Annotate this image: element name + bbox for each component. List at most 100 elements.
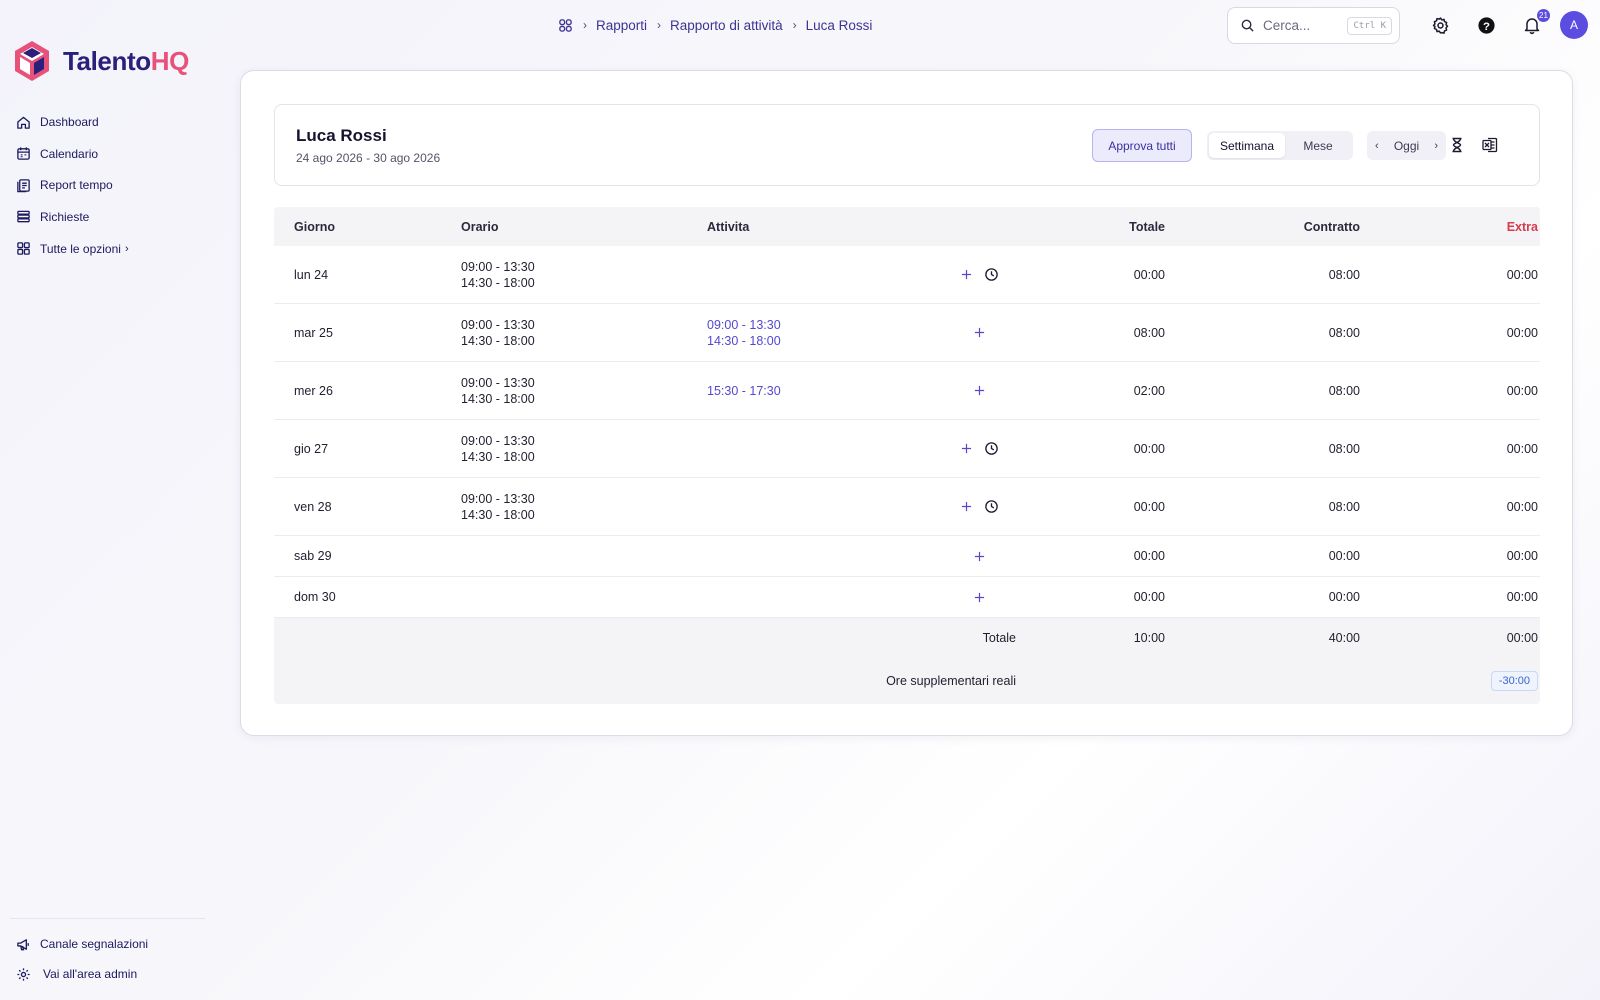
extra-cell: 00:00 [1506,325,1538,340]
breadcrumb: › Rapporti › Rapporto di attività › Luca… [558,16,872,34]
sidebar-item-report-tempo[interactable]: Report tempo [16,175,129,195]
schedule-slot: 09:00 - 13:30 [461,491,535,506]
logo-cube-icon [15,41,49,81]
chevron-right-icon[interactable]: › [1434,140,1438,152]
sidebar-item-label: Report tempo [40,178,113,192]
megaphone-icon [16,937,31,952]
day-cell: mer 26 [294,383,333,398]
logo[interactable]: TalentoHQ [12,39,189,83]
add-activity-button[interactable] [972,549,987,564]
day-cell: ven 28 [294,499,332,514]
add-activity-button[interactable] [959,267,974,282]
hourglass-button[interactable] [1448,136,1466,154]
avatar[interactable]: A [1560,11,1588,39]
day-cell: mar 25 [294,325,333,340]
today-button[interactable]: Oggi [1394,139,1419,153]
gear-icon [1432,16,1448,34]
day-cell: dom 30 [294,590,336,604]
chevron-right-icon: › [583,18,587,32]
search-shortcut: Ctrl K [1347,16,1392,35]
extra-cell: 00:00 [1506,499,1538,514]
add-activity-button[interactable] [972,325,987,340]
table-row: gio 27 09:00 - 13:30 14:30 - 18:00 00:00… [274,420,1540,478]
plus-icon [961,269,972,280]
main-card: Luca Rossi 24 ago 2026 - 30 ago 2026 App… [240,70,1573,736]
add-activity-button[interactable] [972,590,987,605]
sidebar-item-richieste[interactable]: Richieste [16,207,129,227]
clock-icon [985,442,998,455]
breadcrumb-item-rapporto-attivita[interactable]: Rapporto di attività [670,18,783,33]
schedule-cell: 09:00 - 13:30 14:30 - 18:00 [461,433,707,465]
help-button[interactable]: ? [1474,13,1498,37]
svg-text:?: ? [1483,20,1490,32]
column-header-contract: Contratto [1303,219,1360,234]
breadcrumb-item-current[interactable]: Luca Rossi [806,18,873,33]
home-icon [16,115,31,130]
schedule-slot: 09:00 - 13:30 [461,317,535,332]
employee-name: Luca Rossi [296,126,387,145]
overtime-label: Ore supplementari reali [886,674,1016,688]
date-range: 24 ago 2026 - 30 ago 2026 [296,151,441,165]
breadcrumb-item-rapporti[interactable]: Rapporti [596,18,647,33]
excel-icon [1482,137,1498,153]
total-cell: 08:00 [1133,325,1165,340]
table-row: mer 26 09:00 - 13:30 14:30 - 18:00 15:30… [274,362,1540,420]
approve-all-button[interactable]: Approva tutti [1092,129,1192,162]
add-activity-button[interactable] [959,441,974,456]
plus-icon [974,385,984,396]
grid-icon[interactable] [558,18,573,33]
export-excel-button[interactable] [1481,136,1499,154]
actions-cell [942,267,1016,282]
contract-cell: 08:00 [1328,325,1360,340]
view-week-tab[interactable]: Settimana [1209,133,1285,158]
add-activity-button[interactable] [959,499,974,514]
actions-cell [942,325,1016,340]
sidebar: TalentoHQ Dashboard Calendario Report te… [0,0,215,1000]
sidebar-item-admin[interactable]: Vai all'area admin [16,964,148,984]
activity-entry[interactable]: 15:30 - 17:30 [707,383,942,399]
sidebar-item-all-options[interactable]: Tutte le opzioni › [16,239,129,259]
schedule-cell: 09:00 - 13:30 14:30 - 18:00 [461,317,707,349]
clock-icon [985,268,998,281]
clock-button[interactable] [984,499,999,514]
search-placeholder: Cerca... [1263,18,1311,33]
add-activity-button[interactable] [972,383,987,398]
chevron-right-icon: › [124,242,129,255]
contract-cell: 08:00 [1328,267,1360,282]
search-icon [1241,19,1254,32]
totals-total: 10:00 [1133,631,1165,645]
sidebar-divider [10,918,205,919]
settings-button[interactable] [1428,13,1452,37]
view-month-tab[interactable]: Mese [1285,133,1351,158]
schedule-slot: 14:30 - 18:00 [461,449,535,464]
activity-entry[interactable]: 09:00 - 13:30 [707,317,942,333]
schedule-cell: 09:00 - 13:30 14:30 - 18:00 [461,375,707,407]
overtime-row: Ore supplementari reali -30:00 [274,658,1540,704]
sidebar-item-calendario[interactable]: Calendario [16,144,129,164]
chevron-left-icon[interactable]: ‹ [1375,140,1379,152]
logo-text: TalentoHQ [63,46,189,77]
plus-icon [961,443,972,454]
date-navigator: ‹ Oggi › [1367,131,1446,160]
overtime-cell: -30:00 [1360,671,1538,691]
sidebar-item-label: Canale segnalazioni [40,937,149,951]
logo-text-part1: Talento [63,45,151,76]
overtime-badge: -30:00 [1490,671,1538,691]
sidebar-item-canale-segnalazioni[interactable]: Canale segnalazioni [16,934,148,954]
search-input[interactable]: Cerca... Ctrl K [1227,7,1400,44]
sidebar-item-label: Tutte le opzioni [40,241,121,256]
column-header-total: Totale [1129,219,1165,234]
schedule-slot: 14:30 - 18:00 [461,507,535,522]
grid-icon [16,241,31,256]
sidebar-item-dashboard[interactable]: Dashboard [16,112,129,132]
clock-button[interactable] [984,441,999,456]
total-cell: 00:00 [1133,590,1165,604]
contract-cell: 00:00 [1328,549,1360,563]
totals-row: Totale 10:00 40:00 00:00 [274,618,1540,658]
table-row: sab 29 00:00 00:00 00:00 [274,536,1540,577]
clock-button[interactable] [984,267,999,282]
activity-entry[interactable]: 14:30 - 18:00 [707,333,942,349]
notifications-button[interactable]: 21 [1520,9,1550,37]
total-cell: 00:00 [1133,267,1165,282]
schedule-slot: 09:00 - 13:30 [461,259,535,274]
